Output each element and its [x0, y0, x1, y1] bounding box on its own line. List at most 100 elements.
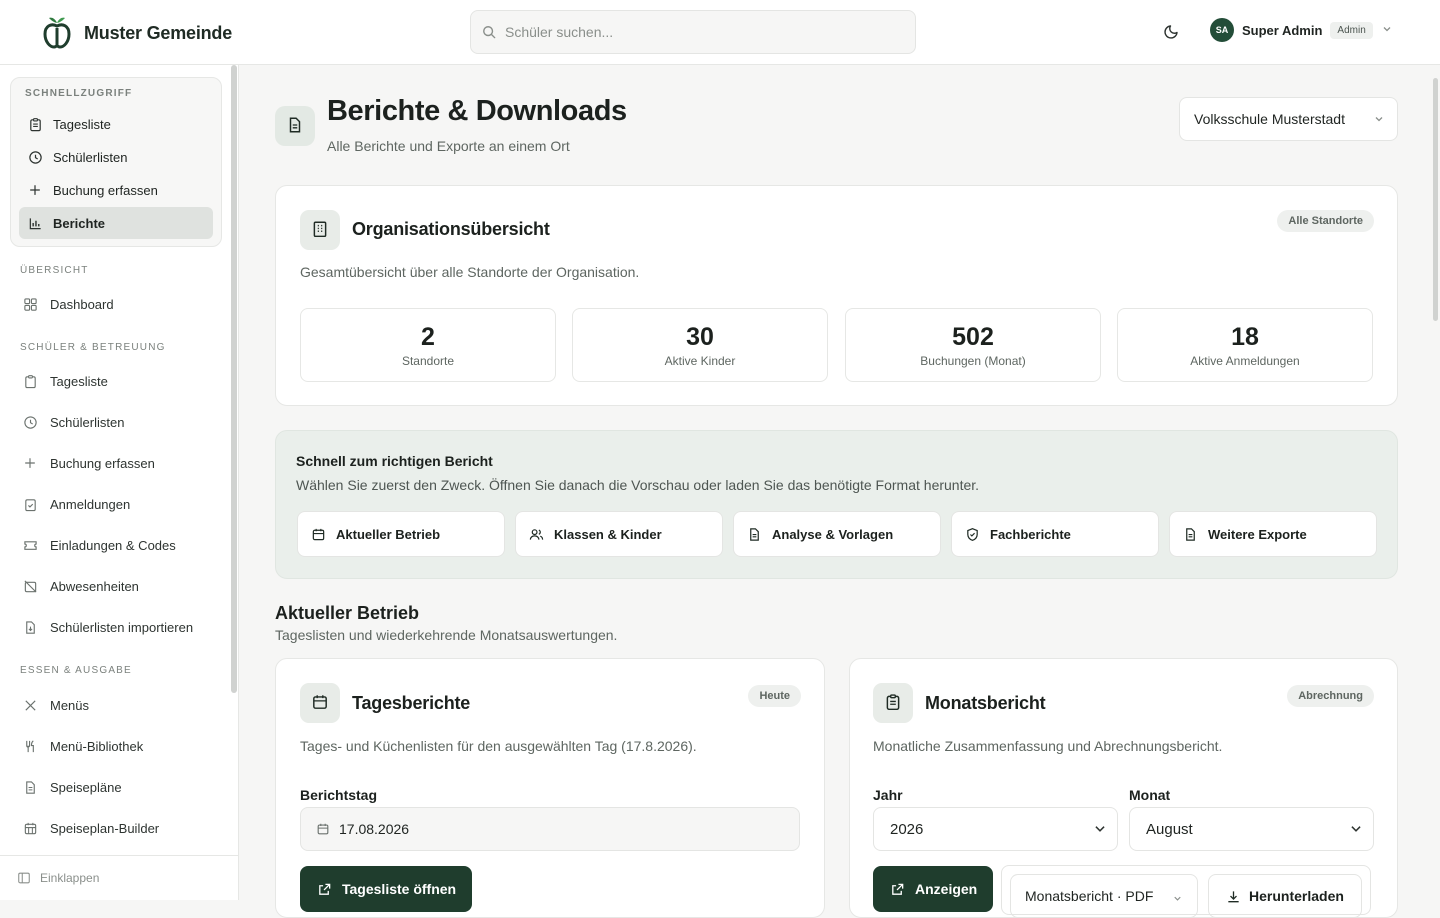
calendar-icon [315, 821, 331, 837]
stat-value: 2 [421, 322, 435, 351]
external-link-icon [889, 881, 905, 897]
users-icon [528, 526, 544, 542]
org-badge: Alle Standorte [1277, 210, 1374, 232]
monthly-card-icon [873, 683, 913, 723]
guide-button-weitere-exporte[interactable]: Weitere Exporte [1169, 511, 1377, 557]
report-date-input[interactable]: 17.08.2026 [300, 807, 800, 851]
quick-access-title: SCHNELLZUGRIFF [25, 88, 133, 99]
quick-item-tagesliste[interactable]: Tagesliste [19, 108, 213, 140]
chevron-down-icon [1172, 891, 1183, 907]
sidebar-item-label: Menü-Bibliothek [50, 738, 144, 754]
year-select[interactable]: 2026 [873, 807, 1118, 851]
school-select[interactable]: Volksschule Musterstadt [1179, 97, 1398, 141]
clipboard-check-icon [22, 496, 38, 512]
quick-access-panel: SCHNELLZUGRIFF Tagesliste Schülerlisten … [10, 77, 222, 247]
top-bar: Muster Gemeinde SA Super Admin Admin [0, 0, 1440, 65]
quick-item-schuelerlisten[interactable]: Schülerlisten [19, 141, 213, 173]
sidebar-item-menue-bibliothek[interactable]: Menü-Bibliothek [20, 731, 220, 761]
guide-button-label: Analyse & Vorlagen [772, 526, 894, 542]
sidebar-item-import[interactable]: Schülerlisten importieren [20, 612, 220, 642]
org-card-title: Organisationsübersicht [352, 219, 550, 239]
chevron-down-icon [1349, 822, 1363, 840]
stat-value: 502 [952, 322, 994, 351]
open-daily-list-button[interactable]: Tagesliste öffnen [300, 866, 473, 912]
month-select[interactable]: August [1129, 807, 1374, 851]
guide-button-aktueller-betrieb[interactable]: Aktueller Betrieb [297, 511, 505, 557]
main-scrollbar[interactable] [1433, 78, 1438, 321]
report-date-label: Berichtstag [300, 787, 378, 803]
monthly-description: Monatliche Zusammenfassung und Abrechnun… [873, 738, 1223, 754]
file-import-icon [22, 619, 38, 635]
sidebar-item-einladungen[interactable]: Einladungen & Codes [20, 530, 220, 560]
chevron-down-icon [1093, 822, 1107, 840]
sidebar-item-speiseplan-builder[interactable]: Speiseplan-Builder [20, 813, 220, 843]
guide-description: Wählen Sie zuerst den Zweck. Öffnen Sie … [296, 477, 980, 493]
collapse-sidebar-button[interactable]: Einklappen [0, 855, 238, 900]
quick-item-buchung[interactable]: Buchung erfassen [19, 174, 213, 206]
apple-logo-icon [42, 15, 72, 52]
file-text-icon [286, 116, 304, 137]
section-overview-title: ÜBERSICHT [20, 265, 89, 276]
sidebar-item-label: Tagesliste [50, 373, 108, 389]
guide-button-klassen-kinder[interactable]: Klassen & Kinder [515, 511, 723, 557]
page-title: Berichte & Downloads [327, 95, 627, 127]
guide-button-fachberichte[interactable]: Fachberichte [951, 511, 1159, 557]
sidebar-item-label: Einladungen & Codes [50, 537, 176, 553]
calendar-icon [310, 526, 326, 542]
section-food-title: ESSEN & AUSGABE [20, 665, 132, 676]
moon-icon [1164, 23, 1180, 42]
sidebar-item-dashboard[interactable]: Dashboard [20, 289, 220, 319]
user-name: Super Admin [1242, 22, 1323, 38]
file-text-icon [746, 526, 762, 542]
stat-value: 30 [686, 322, 714, 351]
sidebar-item-buchung-erfassen[interactable]: Buchung erfassen [20, 448, 220, 478]
user-menu[interactable]: SA Super Admin Admin [1210, 18, 1393, 42]
guide-button-label: Fachberichte [990, 526, 1071, 542]
ticket-icon [22, 537, 38, 553]
theme-toggle-button[interactable] [1160, 20, 1184, 44]
search-bar[interactable] [470, 10, 916, 54]
page-icon [275, 106, 315, 146]
daily-card-title: Tagesberichte [352, 693, 471, 713]
sidebar-scrollbar[interactable] [231, 65, 237, 693]
stat-card: 502 Buchungen (Monat) [845, 308, 1101, 382]
show-monthly-report-button[interactable]: Anzeigen [873, 866, 994, 912]
search-icon [481, 24, 497, 40]
calendar-icon [311, 693, 329, 714]
stat-label: Buchungen (Monat) [920, 353, 1026, 368]
monthly-badge: Abrechnung [1287, 685, 1374, 707]
daily-card-icon [300, 683, 340, 723]
year-label: Jahr [873, 787, 903, 803]
search-input[interactable] [505, 24, 885, 40]
sidebar-item-menues[interactable]: Menüs [20, 690, 220, 720]
logo[interactable]: Muster Gemeinde [42, 15, 232, 52]
report-date-value: 17.08.2026 [339, 821, 410, 837]
stat-card: 30 Aktive Kinder [572, 308, 828, 382]
avatar: SA [1210, 18, 1234, 42]
clock-icon [27, 149, 43, 165]
show-button-label: Anzeigen [915, 881, 978, 897]
sidebar-item-tagesliste[interactable]: Tagesliste [20, 366, 220, 396]
stat-card: 2 Standorte [300, 308, 556, 382]
sidebar-item-speiseplaene[interactable]: Speisepläne [20, 772, 220, 802]
org-card-icon [300, 210, 340, 250]
section-students-title: SCHÜLER & BETREUUNG [20, 342, 166, 353]
guide-button-analyse-vorlagen[interactable]: Analyse & Vorlagen [733, 511, 941, 557]
clipboard-icon [27, 116, 43, 132]
download-button[interactable]: Herunterladen [1208, 874, 1362, 918]
stat-label: Standorte [401, 353, 455, 368]
format-select[interactable]: Monatsbericht · PDF [1010, 874, 1198, 918]
main-content: Berichte & Downloads Alle Berichte und E… [239, 65, 1440, 918]
sidebar-item-abwesenheiten[interactable]: Abwesenheiten [20, 571, 220, 601]
quick-item-berichte[interactable]: Berichte [19, 207, 213, 239]
external-link-icon [316, 881, 332, 897]
month-label: Monat [1129, 787, 1171, 803]
guide-button-label: Weitere Exporte [1208, 526, 1307, 542]
sidebar-item-label: Abwesenheiten [50, 578, 139, 594]
org-description: Gesamtübersicht über alle Standorte der … [300, 264, 640, 280]
org-overview-card: Organisationsübersicht Alle Standorte Ge… [275, 185, 1398, 406]
sidebar-item-schuelerlisten[interactable]: Schülerlisten [20, 407, 220, 437]
sidebar-item-anmeldungen[interactable]: Anmeldungen [20, 489, 220, 519]
calendar-grid-icon [22, 820, 38, 836]
plus-icon [27, 182, 43, 198]
